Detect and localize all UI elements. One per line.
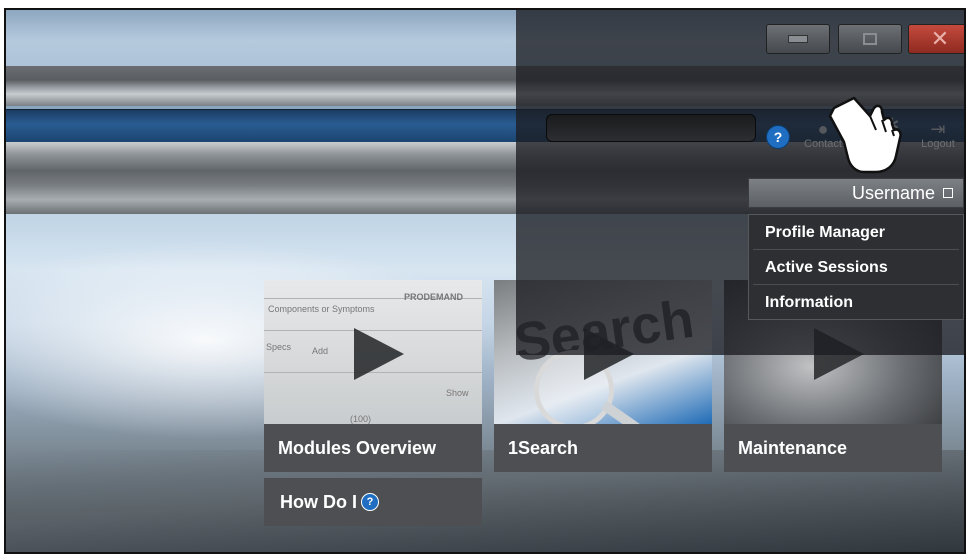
search-input[interactable] bbox=[546, 114, 756, 142]
close-button[interactable]: ✕ bbox=[908, 24, 964, 54]
minimize-button[interactable] bbox=[766, 24, 830, 54]
minimize-icon bbox=[788, 35, 808, 43]
how-do-i-button[interactable]: How Do I ? bbox=[264, 478, 482, 526]
username-label: Username bbox=[851, 182, 935, 203]
tile-label: Maintenance bbox=[724, 424, 942, 472]
play-icon bbox=[354, 328, 404, 380]
chevron-down-icon bbox=[943, 188, 953, 198]
menu-item-profile-manager[interactable]: Profile Manager bbox=[753, 217, 959, 250]
help-icon[interactable]: ? bbox=[766, 125, 790, 149]
thumb-text: (100) bbox=[350, 414, 372, 424]
menu-item-active-sessions[interactable]: Active Sessions bbox=[753, 252, 959, 285]
thumb-text: Components or Symptoms bbox=[268, 304, 375, 314]
tile-label: 1Search bbox=[494, 424, 712, 472]
maximize-button[interactable] bbox=[838, 24, 902, 54]
app-frame: Components or Symptoms PRODEMAND Specs A… bbox=[4, 8, 966, 554]
thumb-text: Specs bbox=[266, 342, 292, 352]
logout-icon: ⇥ bbox=[930, 119, 946, 139]
thumb-text: Show bbox=[446, 388, 469, 398]
logout-button[interactable]: ⇥ Logout bbox=[918, 120, 958, 150]
maximize-icon bbox=[863, 33, 877, 45]
menu-item-information[interactable]: Information bbox=[753, 287, 959, 319]
username-dropdown[interactable]: Username bbox=[748, 178, 964, 208]
tile-thumbnail: Components or Symptoms PRODEMAND Specs A… bbox=[264, 280, 482, 424]
logout-label: Logout bbox=[921, 138, 955, 150]
help-icon: ? bbox=[361, 493, 379, 511]
close-icon: ✕ bbox=[930, 26, 950, 51]
tile-label: Modules Overview bbox=[264, 424, 482, 472]
how-do-i-label: How Do I bbox=[280, 491, 357, 512]
thumb-text: PRODEMAND bbox=[404, 292, 464, 302]
thumb-text: Add bbox=[312, 346, 329, 356]
hand-cursor-icon bbox=[828, 96, 902, 174]
user-menu: Profile Manager Active Sessions Informat… bbox=[748, 214, 964, 320]
